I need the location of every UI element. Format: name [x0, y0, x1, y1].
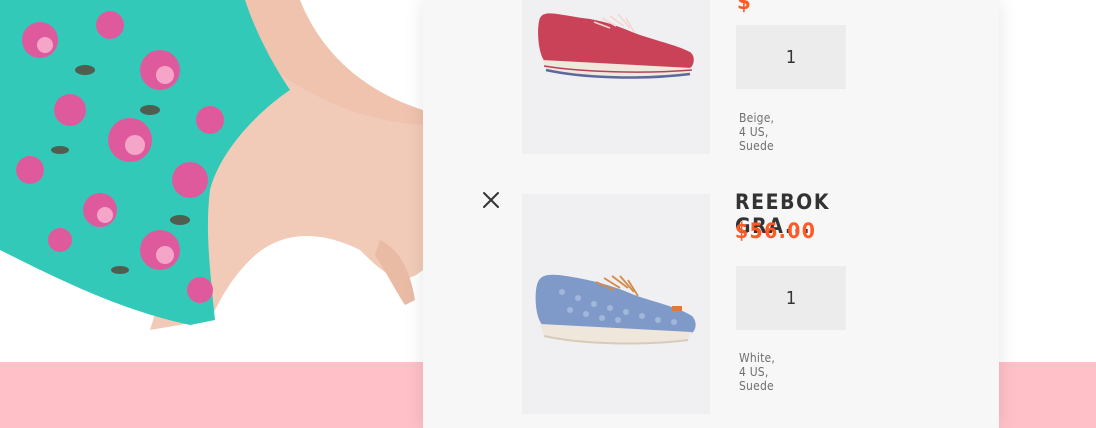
- quantity-field[interactable]: 1: [736, 266, 846, 330]
- blue-sneaker-image: [535, 274, 696, 345]
- cart-item-image[interactable]: [522, 0, 710, 154]
- cart-item-price: $56.00: [735, 219, 817, 243]
- cart-item-variant: Beige, 4 US, Suede: [739, 111, 775, 153]
- remove-item-button[interactable]: [481, 190, 501, 210]
- cart-item-price: $: [737, 0, 751, 15]
- cart-panel: [423, 0, 999, 428]
- close-icon: [483, 192, 499, 208]
- cart-item-image[interactable]: [522, 194, 710, 414]
- cart-item-variant: White, 4 US, Suede: [739, 351, 776, 393]
- red-sneaker-image: [538, 13, 694, 79]
- quantity-field[interactable]: 1: [736, 25, 846, 89]
